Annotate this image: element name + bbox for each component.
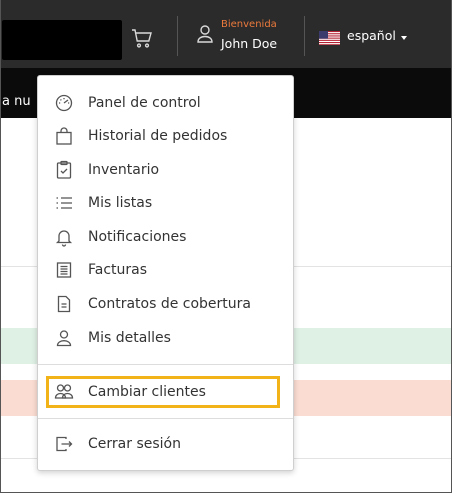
menu-item-mis-listas[interactable]: Mis listas	[54, 190, 152, 216]
account-dropdown-menu: Panel de control Historial de pedidos In…	[37, 75, 294, 471]
us-flag-icon[interactable]	[319, 30, 340, 45]
language-selector[interactable]: español	[347, 28, 396, 43]
dashboard-gauge-icon	[54, 93, 74, 113]
menu-item-label: Cambiar clientes	[88, 384, 206, 400]
menu-item-label: Facturas	[88, 262, 148, 278]
app-frame: Bienvenida John Doe español a nu Panel d…	[0, 0, 452, 493]
bell-icon	[54, 227, 74, 247]
menu-item-label: Mis detalles	[88, 330, 171, 346]
menu-item-label: Cerrar sesión	[88, 436, 181, 452]
header-divider	[177, 16, 178, 56]
menu-item-cambiar-clientes[interactable]: Cambiar clientes	[54, 379, 206, 405]
logout-icon	[54, 434, 74, 454]
menu-divider	[38, 364, 293, 365]
menu-item-label: Inventario	[88, 162, 160, 178]
banner-text: a nu	[2, 94, 31, 109]
welcome-label: Bienvenida	[221, 19, 277, 30]
menu-item-label: Notificaciones	[88, 229, 187, 245]
header-divider	[304, 16, 305, 56]
menu-item-label: Panel de control	[88, 95, 201, 111]
clipboard-check-icon	[54, 160, 74, 180]
user-icon[interactable]	[196, 24, 214, 44]
menu-item-inventario[interactable]: Inventario	[54, 157, 159, 183]
search-area[interactable]	[2, 20, 122, 60]
menu-item-contratos-de-cobertura[interactable]: Contratos de cobertura	[54, 291, 251, 317]
invoice-icon	[54, 260, 74, 280]
shopping-bag-icon	[54, 126, 74, 146]
top-header: Bienvenida John Doe español	[1, 0, 451, 68]
menu-item-label: Historial de pedidos	[88, 128, 228, 144]
document-icon	[54, 294, 74, 314]
menu-item-historial-de-pedidos[interactable]: Historial de pedidos	[54, 123, 227, 149]
cart-icon[interactable]	[130, 26, 154, 50]
chevron-down-icon[interactable]	[401, 36, 407, 40]
menu-item-facturas[interactable]: Facturas	[54, 257, 147, 283]
menu-item-notificaciones[interactable]: Notificaciones	[54, 224, 186, 250]
menu-item-panel-de-control[interactable]: Panel de control	[54, 90, 201, 116]
menu-divider	[38, 418, 293, 419]
users-switch-icon	[54, 382, 74, 402]
list-icon	[54, 193, 74, 213]
user-name[interactable]: John Doe	[221, 36, 277, 51]
menu-item-mis-detalles[interactable]: Mis detalles	[54, 325, 171, 351]
menu-item-label: Mis listas	[88, 195, 153, 211]
menu-item-cerrar-sesion[interactable]: Cerrar sesión	[54, 431, 181, 457]
user-icon	[54, 328, 74, 348]
menu-item-label: Contratos de cobertura	[88, 296, 252, 312]
